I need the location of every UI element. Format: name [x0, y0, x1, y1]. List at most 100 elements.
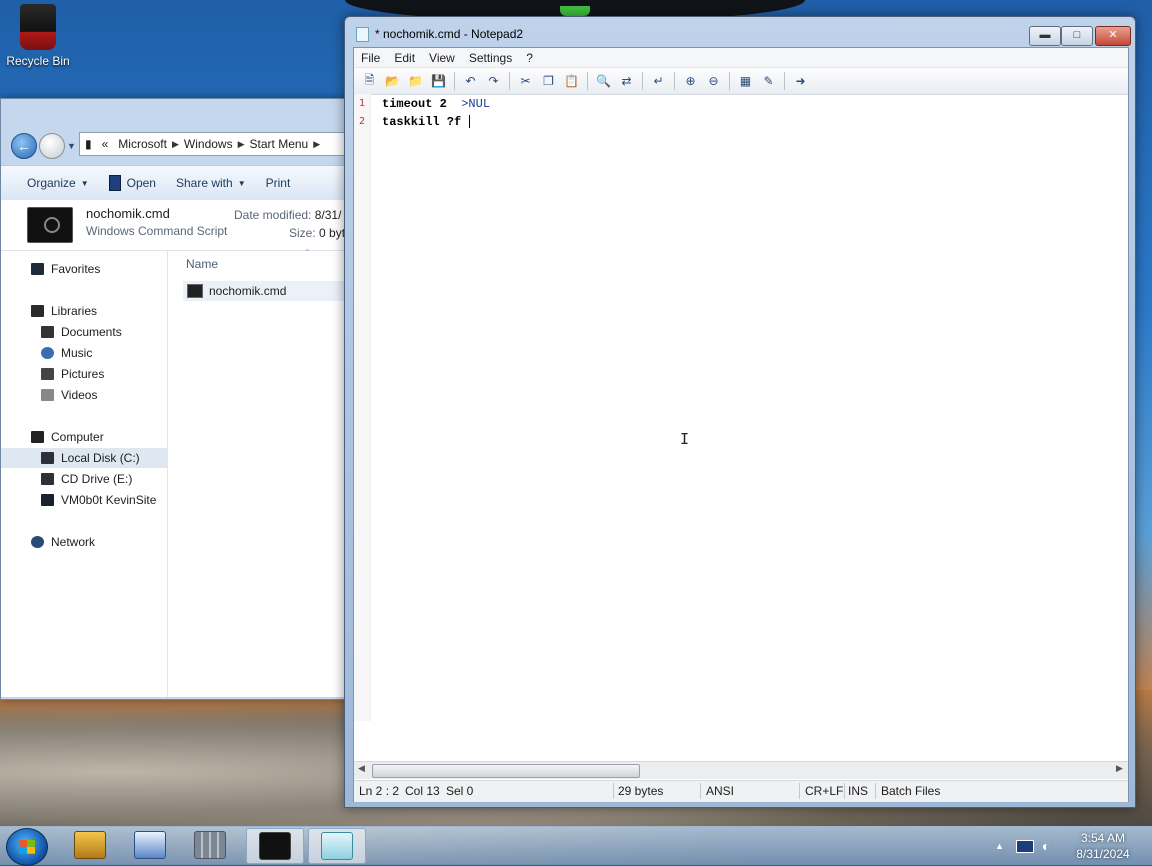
status-lexer[interactable]: Batch Files [881, 784, 940, 798]
exit-icon[interactable]: ➜ [792, 73, 809, 90]
save-icon[interactable]: 💾 [430, 73, 447, 90]
breadcrumb-start-menu[interactable]: Start Menu [250, 137, 309, 151]
maximize-button[interactable]: □ [1061, 26, 1093, 46]
computer-app-icon [134, 831, 166, 859]
code-line[interactable]: timeout 2 >NUL [382, 97, 490, 111]
menu-help[interactable]: ? [519, 51, 540, 65]
word-wrap-icon[interactable]: ↵ [650, 73, 667, 90]
paste-icon[interactable]: 📋 [563, 73, 580, 90]
line-number: 2 [358, 116, 366, 127]
clock-date: 8/31/2024 [1076, 847, 1130, 861]
find-icon[interactable]: 🔍 [595, 73, 612, 90]
print-button[interactable]: Print [256, 176, 301, 190]
explorer-nav-bar: ← ▼ ▮ « Microsoft ▶ Windows ▶ Start Menu… [1, 125, 353, 163]
taskbar-app-firewall[interactable] [182, 828, 238, 862]
breadcrumb-overflow[interactable]: « [102, 137, 109, 151]
code-line[interactable]: taskkill ?f [382, 115, 471, 129]
recycle-bin-desktop-icon[interactable]: Recycle Bin [6, 4, 70, 68]
cmd-open-icon [108, 175, 121, 191]
window-title: * nochomik.cmd - Notepad2 [375, 27, 524, 41]
network-status-icon[interactable]: ◐ [1042, 838, 1050, 854]
status-encoding[interactable]: ANSI [706, 784, 734, 798]
cut-icon[interactable]: ✂ [517, 73, 534, 90]
open-button[interactable]: Open [99, 175, 166, 191]
status-insert-mode[interactable]: INS [848, 784, 868, 798]
display-icon[interactable] [1015, 839, 1034, 853]
new-file-icon[interactable]: 🗎 [361, 73, 378, 90]
scroll-right-icon[interactable]: ▶ [1116, 763, 1123, 774]
network-icon [31, 536, 44, 548]
redo-icon[interactable]: ↷ [485, 73, 502, 90]
recycle-bin-icon [20, 4, 56, 50]
taskbar-app-explorer[interactable] [246, 828, 304, 864]
local-disk-icon [41, 452, 54, 464]
back-arrow-icon: ← [17, 138, 31, 154]
explorer-window: ← ▼ ▮ « Microsoft ▶ Windows ▶ Start Menu… [0, 98, 353, 700]
explorer-app-icon [259, 832, 291, 860]
libraries-icon [31, 305, 44, 317]
back-button[interactable]: ← [11, 133, 37, 159]
details-size: Size: 0 byt [289, 226, 346, 240]
music-icon [41, 347, 54, 359]
taskbar-app-computer[interactable] [122, 828, 178, 862]
breadcrumb-microsoft[interactable]: Microsoft [118, 137, 167, 151]
zoom-out-icon[interactable]: ⊖ [705, 73, 722, 90]
horizontal-scrollbar[interactable]: ◀ ▶ [354, 761, 1128, 779]
breadcrumb-separator-icon[interactable]: ▶ [313, 139, 320, 150]
start-button[interactable] [6, 828, 48, 866]
taskbar-clock[interactable]: 3:54 AM 8/31/2024 [1064, 830, 1142, 862]
breadcrumb-separator-icon[interactable]: ▶ [238, 139, 245, 150]
undo-icon[interactable]: ↶ [462, 73, 479, 90]
line-number: 1 [358, 98, 366, 109]
customize-scheme-icon[interactable]: ✎ [760, 73, 777, 90]
status-bytes: 29 bytes [618, 784, 664, 798]
file-row[interactable]: nochomik.cmd [183, 281, 351, 301]
scrollbar-thumb[interactable] [372, 764, 640, 778]
text-editor[interactable]: 1 2 timeout 2 >NUL taskkill ?f I [354, 94, 1128, 721]
menu-settings[interactable]: Settings [462, 51, 519, 65]
zoom-in-icon[interactable]: ⊕ [682, 73, 699, 90]
system-tray: ▲ ◐ [995, 827, 1050, 865]
scroll-left-icon[interactable]: ◀ [358, 763, 365, 774]
status-selection: Sel 0 [446, 784, 474, 798]
show-hidden-icons-icon[interactable]: ▲ [995, 841, 1004, 851]
recent-pages-dropdown-icon[interactable]: ▼ [67, 141, 76, 151]
menu-edit[interactable]: Edit [387, 51, 422, 65]
pictures-icon [41, 368, 54, 380]
details-file-type: Windows Command Script [86, 224, 228, 238]
recycle-bin-label: Recycle Bin [6, 54, 70, 68]
cd-drive-icon [41, 473, 54, 485]
browse-icon[interactable]: 📁 [407, 73, 424, 90]
notepad-toolbar: 🗎 📂 📁 💾 ↶ ↷ ✂ ❐ 📋 🔍 ⇄ ↵ ⊕ ⊖ ▦ ✎ ➜ [354, 68, 1128, 95]
organize-button[interactable]: Organize ▼ [1, 176, 99, 190]
taskbar-app-box[interactable] [62, 828, 118, 862]
address-bar[interactable]: ▮ « Microsoft ▶ Windows ▶ Start Menu ▶ [79, 132, 353, 156]
forward-button[interactable] [39, 133, 65, 159]
text-caret [469, 115, 471, 129]
menu-view[interactable]: View [422, 51, 462, 65]
file-list: Name ⌃ nochomik.cmd [168, 248, 351, 697]
sort-caret-icon: ⌃ [304, 248, 311, 257]
computer-icon [31, 431, 44, 443]
minimize-button[interactable]: ▬ [1029, 26, 1061, 46]
replace-icon[interactable]: ⇄ [618, 73, 635, 90]
notepad-client-area: File Edit View Settings ? 🗎 📂 📁 💾 ↶ ↷ ✂ … [353, 47, 1129, 802]
network-drive-icon [41, 494, 54, 506]
details-file-name: nochomik.cmd [86, 206, 170, 221]
open-file-icon[interactable]: 📂 [384, 73, 401, 90]
menu-file[interactable]: File [354, 51, 387, 65]
i-beam-cursor-icon: I [680, 430, 690, 448]
videos-icon [41, 389, 54, 401]
taskbar-app-notepad2[interactable] [308, 828, 366, 864]
status-line-endings[interactable]: CR+LF [805, 784, 843, 798]
notepad-app-icon [356, 27, 369, 42]
column-header-name[interactable]: Name [186, 257, 218, 271]
close-button[interactable]: ✕ [1095, 26, 1131, 46]
firewall-icon [194, 831, 226, 859]
breadcrumb-separator-icon[interactable]: ▶ [172, 139, 179, 150]
copy-icon[interactable]: ❐ [540, 73, 557, 90]
breadcrumb-windows[interactable]: Windows [184, 137, 233, 151]
scheme-icon[interactable]: ▦ [737, 73, 754, 90]
dropdown-arrow-icon: ▼ [237, 178, 246, 188]
share-with-button[interactable]: Share with ▼ [166, 176, 256, 190]
